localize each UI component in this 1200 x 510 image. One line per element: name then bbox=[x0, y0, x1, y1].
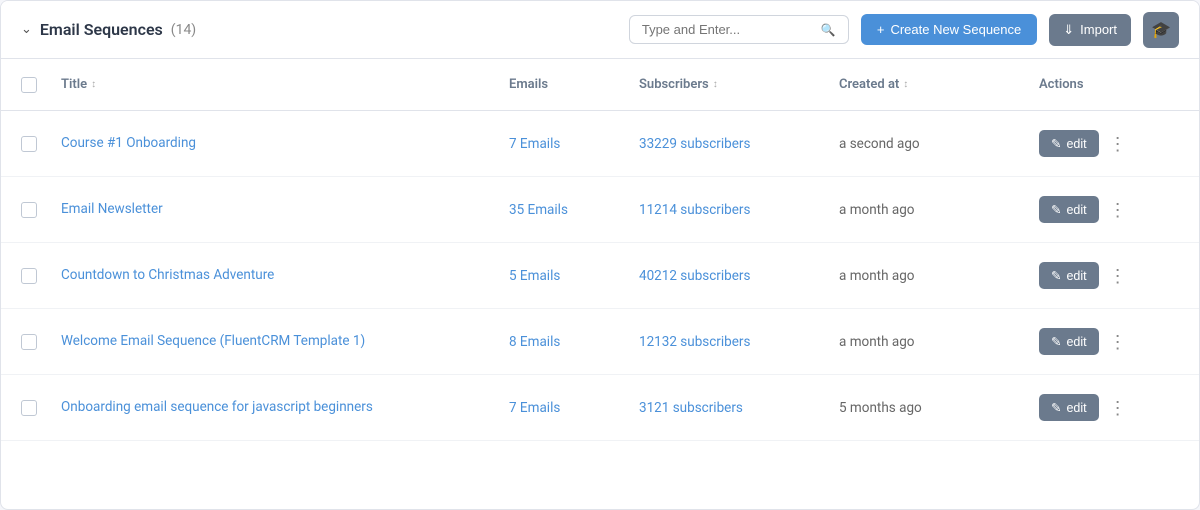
row-title-0[interactable]: Course #1 Onboarding bbox=[61, 134, 509, 153]
row-checkbox-4[interactable] bbox=[21, 400, 37, 416]
more-button-4[interactable]: ⋮ bbox=[1105, 397, 1131, 419]
row-subscribers-4: 3121 subscribers bbox=[639, 400, 839, 416]
row-emails-1[interactable]: 35 Emails bbox=[509, 202, 639, 218]
row-created-4: 5 months ago bbox=[839, 400, 1039, 416]
table-row: Countdown to Christmas Adventure 5 Email… bbox=[1, 243, 1199, 309]
collapse-icon[interactable]: ⌄ bbox=[21, 22, 32, 37]
search-input[interactable] bbox=[642, 22, 813, 37]
sequence-count: (14) bbox=[171, 22, 196, 38]
row-checkbox-cell-2 bbox=[21, 268, 61, 284]
row-actions-4: ✎ edit ⋮ bbox=[1039, 394, 1179, 421]
edit-pencil-icon-3: ✎ bbox=[1051, 334, 1061, 349]
edit-label-1: edit bbox=[1066, 203, 1086, 217]
row-subscribers-3: 12132 subscribers bbox=[639, 334, 839, 350]
table-area: Title ↕ Emails Subscribers ↕ Created at … bbox=[1, 59, 1199, 441]
edit-pencil-icon-1: ✎ bbox=[1051, 202, 1061, 217]
row-actions-0: ✎ edit ⋮ bbox=[1039, 130, 1179, 157]
row-emails-4[interactable]: 7 Emails bbox=[509, 400, 639, 416]
edit-button-0[interactable]: ✎ edit bbox=[1039, 130, 1099, 157]
row-emails-0[interactable]: 7 Emails bbox=[509, 136, 639, 152]
more-button-0[interactable]: ⋮ bbox=[1105, 133, 1131, 155]
edit-pencil-icon-4: ✎ bbox=[1051, 400, 1061, 415]
more-button-2[interactable]: ⋮ bbox=[1105, 265, 1131, 287]
row-checkbox-1[interactable] bbox=[21, 202, 37, 218]
row-created-3: a month ago bbox=[839, 334, 1039, 350]
row-checkbox-cell-1 bbox=[21, 202, 61, 218]
create-sequence-label: Create New Sequence bbox=[890, 22, 1021, 37]
select-all-checkbox[interactable] bbox=[21, 77, 37, 93]
edit-label-0: edit bbox=[1066, 137, 1086, 151]
edit-label-2: edit bbox=[1066, 269, 1086, 283]
row-emails-3[interactable]: 8 Emails bbox=[509, 334, 639, 350]
import-label: Import bbox=[1080, 22, 1117, 37]
row-checkbox-3[interactable] bbox=[21, 334, 37, 350]
select-all-cell bbox=[21, 77, 61, 93]
edit-pencil-icon-2: ✎ bbox=[1051, 268, 1061, 283]
header-title-area: ⌄ Email Sequences (14) bbox=[21, 20, 196, 39]
header: ⌄ Email Sequences (14) 🔍 + Create New Se… bbox=[1, 1, 1199, 59]
create-sequence-button[interactable]: + Create New Sequence bbox=[861, 14, 1037, 45]
table-row: Course #1 Onboarding 7 Emails 33229 subs… bbox=[1, 111, 1199, 177]
row-checkbox-0[interactable] bbox=[21, 136, 37, 152]
row-actions-2: ✎ edit ⋮ bbox=[1039, 262, 1179, 289]
created-sort-icon[interactable]: ↕ bbox=[903, 79, 908, 90]
subscribers-sort-icon[interactable]: ↕ bbox=[713, 79, 718, 90]
row-subscribers-0: 33229 subscribers bbox=[639, 136, 839, 152]
row-checkbox-2[interactable] bbox=[21, 268, 37, 284]
row-actions-1: ✎ edit ⋮ bbox=[1039, 196, 1179, 223]
row-created-0: a second ago bbox=[839, 136, 1039, 152]
col-subscribers: Subscribers ↕ bbox=[639, 77, 839, 92]
app-container: ⌄ Email Sequences (14) 🔍 + Create New Se… bbox=[0, 0, 1200, 510]
import-button[interactable]: ⇓ Import bbox=[1049, 14, 1131, 46]
row-actions-3: ✎ edit ⋮ bbox=[1039, 328, 1179, 355]
col-emails: Emails bbox=[509, 77, 639, 92]
more-button-3[interactable]: ⋮ bbox=[1105, 331, 1131, 353]
table-row: Onboarding email sequence for javascript… bbox=[1, 375, 1199, 441]
row-title-1[interactable]: Email Newsletter bbox=[61, 200, 509, 219]
table-row: Email Newsletter 35 Emails 11214 subscri… bbox=[1, 177, 1199, 243]
edit-label-4: edit bbox=[1066, 401, 1086, 415]
row-subscribers-1: 11214 subscribers bbox=[639, 202, 839, 218]
edit-label-3: edit bbox=[1066, 335, 1086, 349]
edit-button-2[interactable]: ✎ edit bbox=[1039, 262, 1099, 289]
edit-button-3[interactable]: ✎ edit bbox=[1039, 328, 1099, 355]
row-created-2: a month ago bbox=[839, 268, 1039, 284]
table-header: Title ↕ Emails Subscribers ↕ Created at … bbox=[1, 59, 1199, 111]
col-created-at: Created at ↕ bbox=[839, 77, 1039, 92]
table-body: Course #1 Onboarding 7 Emails 33229 subs… bbox=[1, 111, 1199, 441]
row-checkbox-cell-4 bbox=[21, 400, 61, 416]
edit-button-1[interactable]: ✎ edit bbox=[1039, 196, 1099, 223]
row-subscribers-2: 40212 subscribers bbox=[639, 268, 839, 284]
col-actions: Actions bbox=[1039, 77, 1179, 92]
hat-icon-button[interactable]: 🎓 bbox=[1143, 12, 1179, 48]
row-checkbox-cell-3 bbox=[21, 334, 61, 350]
upload-icon: ⇓ bbox=[1063, 22, 1074, 38]
row-created-1: a month ago bbox=[839, 202, 1039, 218]
col-title: Title ↕ bbox=[61, 77, 509, 92]
edit-button-4[interactable]: ✎ edit bbox=[1039, 394, 1099, 421]
search-box: 🔍 bbox=[629, 15, 849, 44]
search-icon: 🔍 bbox=[821, 23, 836, 37]
plus-icon: + bbox=[877, 22, 885, 37]
row-checkbox-cell-0 bbox=[21, 136, 61, 152]
row-emails-2[interactable]: 5 Emails bbox=[509, 268, 639, 284]
page-title: Email Sequences bbox=[40, 20, 163, 39]
edit-pencil-icon-0: ✎ bbox=[1051, 136, 1061, 151]
graduation-hat-icon: 🎓 bbox=[1151, 20, 1171, 40]
title-sort-icon[interactable]: ↕ bbox=[91, 79, 96, 90]
row-title-4[interactable]: Onboarding email sequence for javascript… bbox=[61, 398, 509, 417]
row-title-2[interactable]: Countdown to Christmas Adventure bbox=[61, 266, 509, 285]
row-title-3[interactable]: Welcome Email Sequence (FluentCRM Templa… bbox=[61, 332, 509, 351]
table-row: Welcome Email Sequence (FluentCRM Templa… bbox=[1, 309, 1199, 375]
more-button-1[interactable]: ⋮ bbox=[1105, 199, 1131, 221]
